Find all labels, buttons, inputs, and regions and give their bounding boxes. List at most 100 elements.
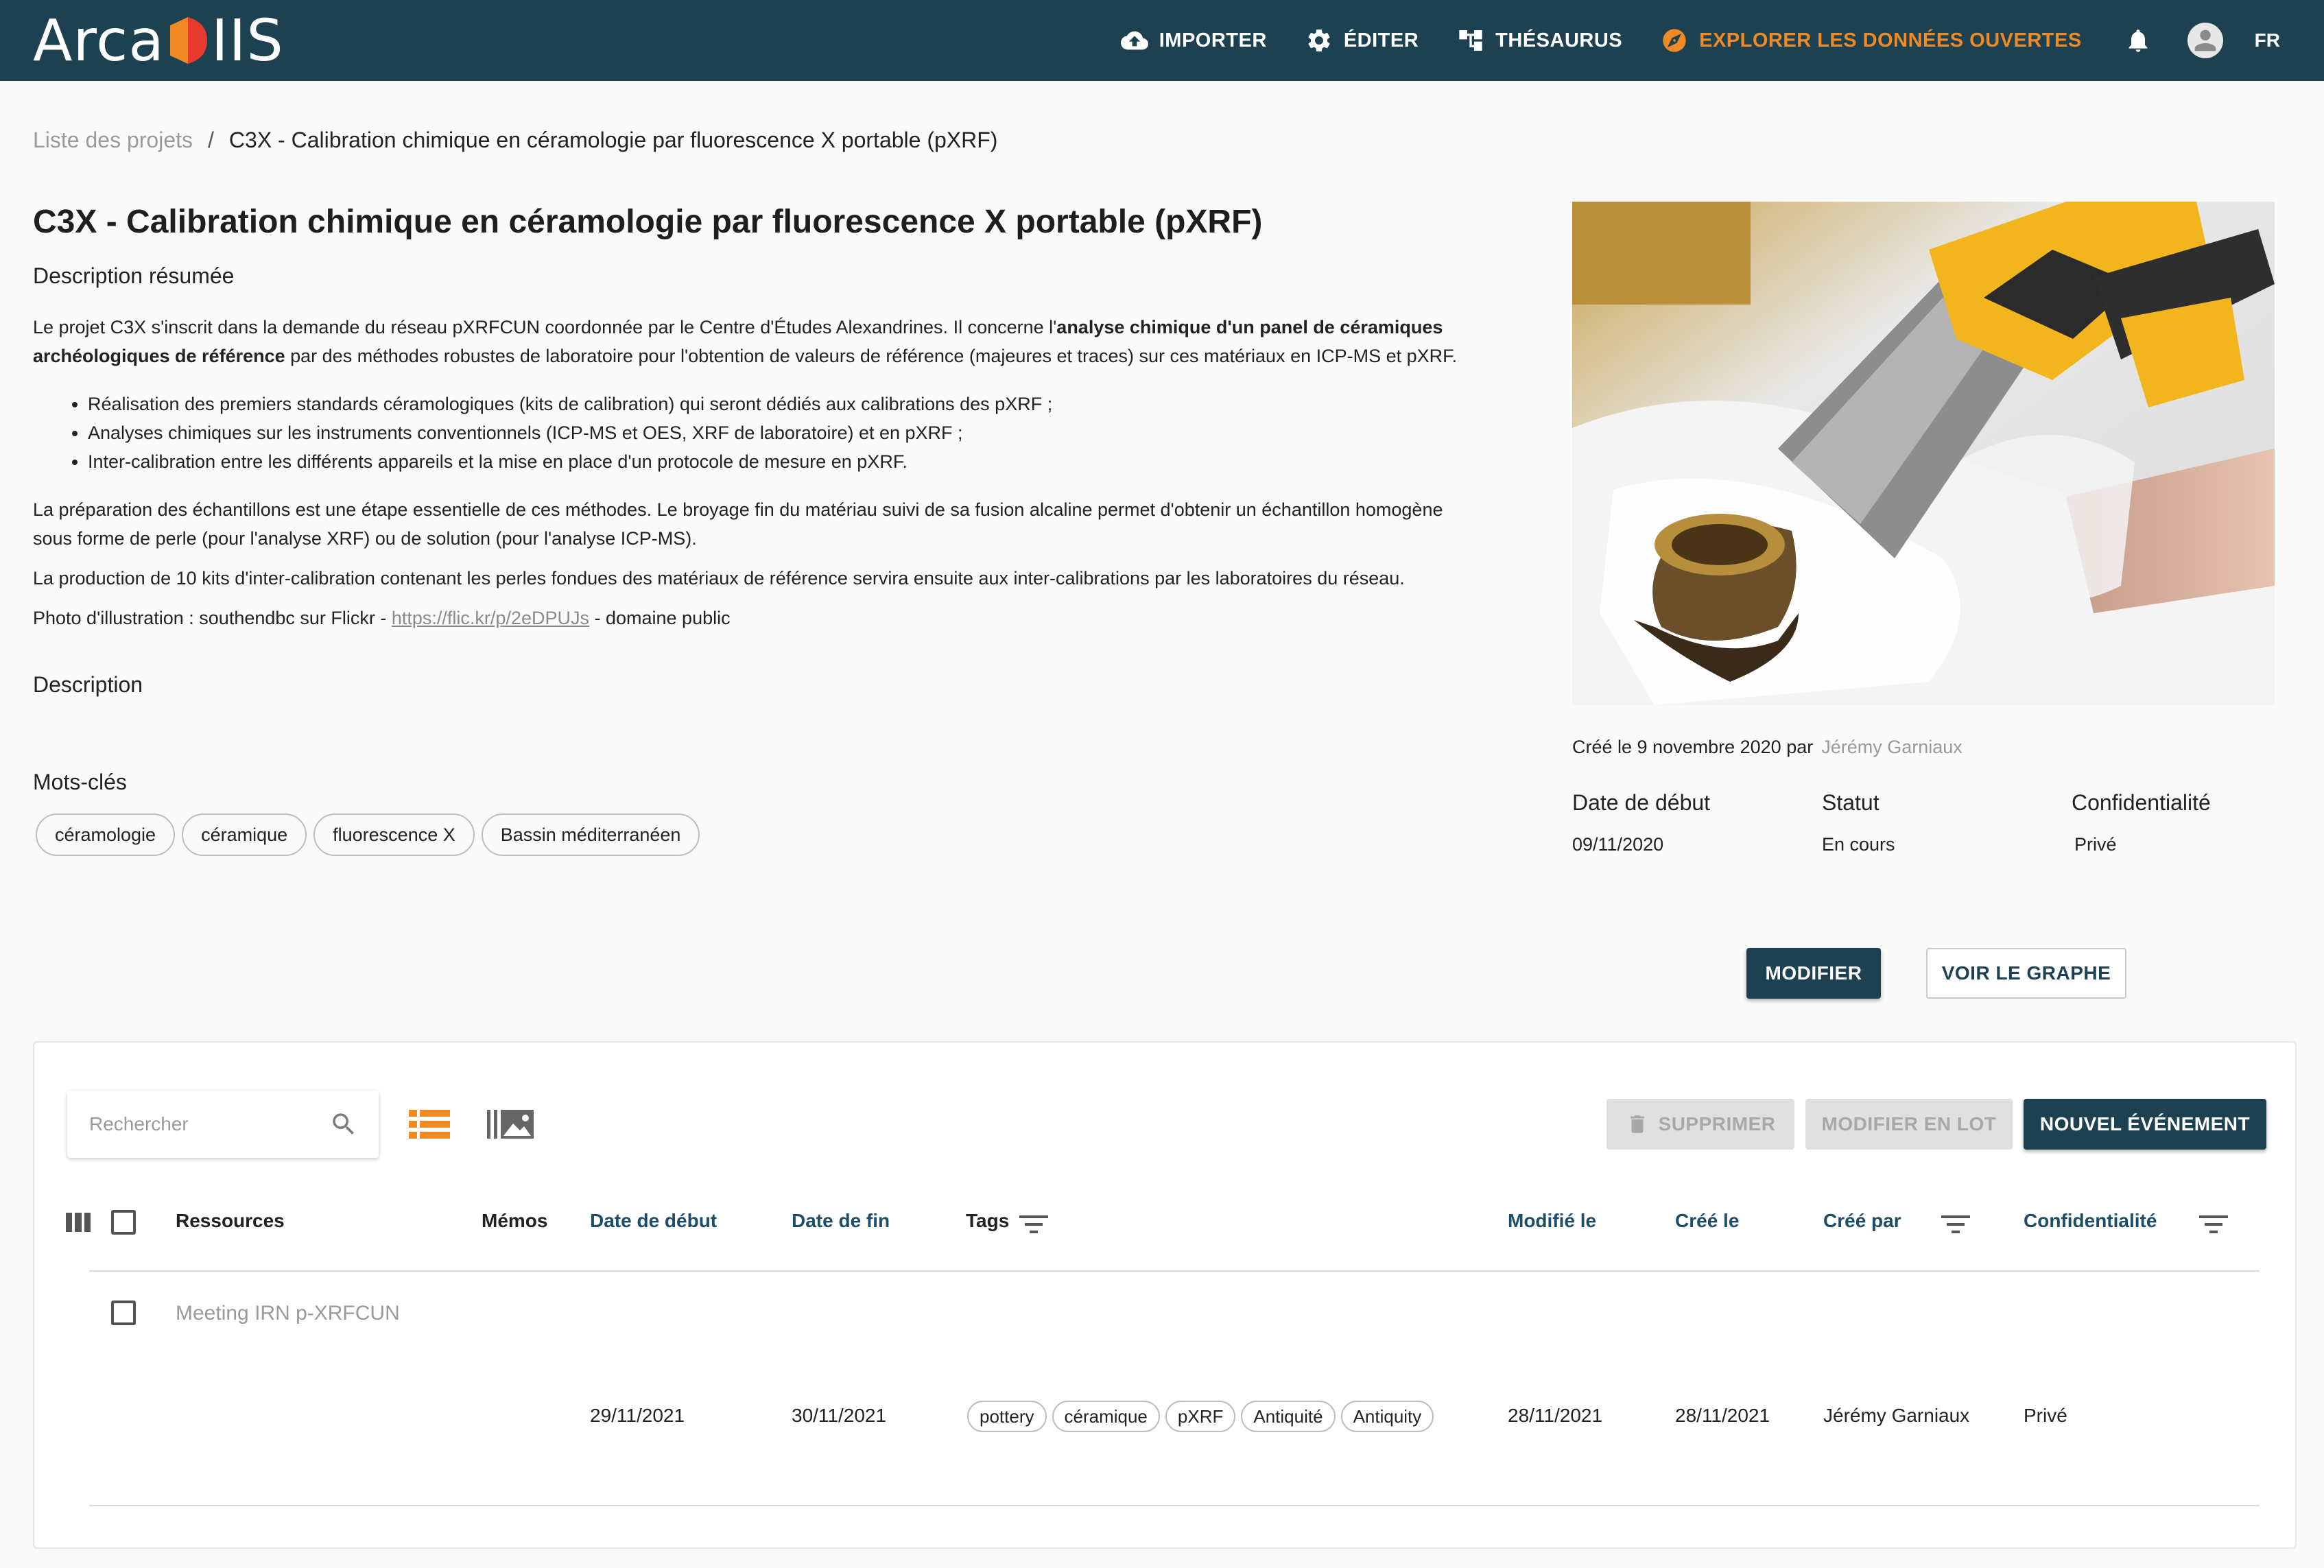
breadcrumb: Liste des projets / C3X - Calibration ch… — [33, 128, 997, 153]
project-illustration-photo — [1572, 202, 2275, 705]
keyword-chip[interactable]: fluorescence X — [313, 813, 475, 856]
meta-status-value: En cours — [1822, 834, 1895, 855]
delete-button-label: SUPPRIMER — [1658, 1113, 1776, 1135]
summary-paragraph-3: La production de 10 kits d'inter-calibra… — [33, 568, 1405, 589]
row-checkbox[interactable] — [111, 1300, 136, 1325]
confidentiality-filter-icon[interactable] — [2199, 1214, 2228, 1235]
trash-icon — [1630, 1115, 1644, 1133]
row-end-date: 30/11/2021 — [792, 1405, 887, 1426]
gear-icon — [1308, 29, 1330, 51]
summary-paragraph-1: Le projet C3X s'inscrit dans la demande … — [33, 313, 1535, 370]
row-created: 28/11/2021 — [1675, 1405, 1770, 1426]
row-title[interactable]: Meeting IRN p-XRFCUN — [176, 1302, 400, 1325]
column-header-modified[interactable]: Modifié le — [1508, 1210, 1596, 1232]
meta-start-date-value: 09/11/2020 — [1572, 834, 1664, 855]
list-view-icon[interactable] — [409, 1106, 450, 1143]
column-header-created[interactable]: Créé le — [1675, 1210, 1739, 1232]
select-all-checkbox[interactable] — [111, 1210, 136, 1235]
summary-heading: Description résumée — [33, 263, 235, 288]
keyword-chip[interactable]: Bassin méditerranéen — [481, 813, 700, 856]
modify-button[interactable]: MODIFIER — [1746, 948, 1881, 999]
row-divider — [89, 1505, 2260, 1506]
row-created-by: Jérémy Garniaux — [1823, 1405, 1970, 1426]
logo-text-left: Arca — [33, 7, 165, 74]
keywords-heading: Mots-clés — [33, 770, 127, 794]
paragraph-line: sous forme de perle (pour l'analyse XRF)… — [33, 528, 697, 549]
keywords-chip-list: céramologie céramique fluorescence X Bas… — [36, 813, 700, 856]
created-by-link[interactable]: Jérémy Garniaux — [1821, 737, 1963, 757]
nav-importer-label: IMPORTER — [1159, 29, 1267, 51]
breadcrumb-current: C3X - Calibration chimique en céramologi… — [228, 128, 998, 152]
meta-start-date-label: Date de début — [1572, 790, 1711, 815]
new-event-button[interactable]: NOUVEL ÉVÉNEMENT — [2024, 1099, 2266, 1150]
summary-text-2: par des méthodes robustes de laboratoire… — [285, 346, 1458, 366]
created-info: Créé le 9 novembre 2020 par Jérémy Garnia… — [1572, 737, 1963, 758]
summary-bullet-list: Réalisation des premiers standards céram… — [33, 390, 1535, 476]
column-header-end-date[interactable]: Date de fin — [792, 1210, 890, 1232]
summary-paragraph-2: La préparation des échantillons est une … — [33, 495, 1535, 553]
row-modified: 28/11/2021 — [1508, 1405, 1603, 1426]
view-graph-button[interactable]: VOIR LE GRAPHE — [1926, 948, 2126, 999]
row-confidentiality: Privé — [2024, 1405, 2067, 1426]
summary-bold-text-2: archéologiques de référence — [33, 346, 285, 366]
photo-credit-text-2: - domaine public — [589, 608, 731, 628]
meta-confidentiality-label: Confidentialité — [2072, 790, 2211, 815]
photo-credit: Photo d'illustration : southendbc sur Fl… — [33, 604, 1535, 632]
batch-edit-button[interactable]: MODIFIER EN LOT — [1805, 1099, 2013, 1150]
cloud-upload-icon — [1120, 31, 1148, 50]
description-heading: Description — [33, 672, 143, 697]
column-header-confidentiality[interactable]: Confidentialité — [2024, 1210, 2157, 1232]
nav-importer[interactable]: IMPORTER — [1120, 0, 1267, 81]
meta-status-label: Statut — [1822, 790, 1880, 815]
column-header-memos: Mémos — [482, 1210, 548, 1231]
list-item: Réalisation des premiers standards céram… — [88, 390, 1535, 418]
tag-chip[interactable]: Antiquité — [1241, 1401, 1336, 1432]
gallery-view-icon[interactable] — [487, 1106, 534, 1143]
page-title: C3X - Calibration chimique en céramologi… — [33, 204, 1263, 240]
header-divider — [89, 1270, 2260, 1272]
row-tags: pottery céramique pXRF Antiquité Antiqui… — [967, 1401, 1434, 1432]
resources-table-card: SUPPRIMER MODIFIER EN LOT NOUVEL ÉVÉNEME… — [33, 1041, 2297, 1549]
nav-editer-label: ÉDITER — [1343, 29, 1419, 51]
meta-confidentiality-value: Privé — [2074, 834, 2117, 855]
search-icon[interactable] — [329, 1110, 358, 1139]
keyword-chip[interactable]: céramologie — [36, 813, 176, 856]
tag-chip[interactable]: céramique — [1052, 1401, 1160, 1432]
nav-editer[interactable]: ÉDITER — [1305, 0, 1419, 81]
hierarchy-icon — [1459, 30, 1482, 51]
list-item: Inter-calibration entre les différents a… — [88, 447, 1535, 476]
created-by-filter-icon[interactable] — [1941, 1214, 1970, 1235]
list-item: Analyses chimiques sur les instruments c… — [88, 418, 1535, 447]
language-switcher[interactable]: FR — [2255, 29, 2280, 51]
tag-chip[interactable]: pXRF — [1165, 1401, 1236, 1432]
user-avatar-icon[interactable] — [2187, 23, 2223, 58]
column-header-start-date[interactable]: Date de début — [590, 1210, 717, 1232]
search-input[interactable] — [89, 1113, 309, 1135]
arcaniis-logo[interactable]: Arca IIS — [33, 7, 284, 74]
main-nav: IMPORTER ÉDITER THÉSAURUS EXPLORER LES D… — [1120, 0, 2324, 81]
tags-filter-icon[interactable] — [1019, 1214, 1048, 1235]
tag-chip[interactable]: Antiquity — [1340, 1401, 1434, 1432]
column-header-created-by[interactable]: Créé par — [1823, 1210, 1901, 1232]
tag-chip[interactable]: pottery — [967, 1401, 1047, 1432]
search-box[interactable] — [67, 1091, 379, 1158]
nav-open-data[interactable]: EXPLORER LES DONNÉES OUVERTES — [1661, 0, 2082, 81]
column-header-tags: Tags — [966, 1210, 1010, 1231]
breadcrumb-separator: / — [208, 128, 214, 152]
nav-thesaurus[interactable]: THÉSAURUS — [1457, 0, 1622, 81]
columns-icon[interactable] — [66, 1213, 91, 1232]
breadcrumb-projects-link[interactable]: Liste des projets — [33, 128, 193, 153]
top-app-bar: Arca IIS IMPORTER ÉDITER THÉSAURUS EXPLO… — [0, 0, 2324, 81]
nav-open-data-label: EXPLORER LES DONNÉES OUVERTES — [1699, 29, 2082, 51]
keyword-chip[interactable]: céramique — [182, 813, 307, 856]
delete-button[interactable]: SUPPRIMER — [1606, 1099, 1794, 1150]
paragraph-line: La préparation des échantillons est une … — [33, 499, 1443, 520]
column-header-resources[interactable]: Ressources — [176, 1210, 285, 1232]
compass-icon — [1663, 29, 1686, 52]
photo-credit-text: Photo d'illustration : southendbc sur Fl… — [33, 608, 392, 628]
notifications-bell-icon[interactable] — [2120, 23, 2156, 58]
flickr-link[interactable]: https://flic.kr/p/2eDPUJs — [392, 608, 589, 628]
nav-thesaurus-label: THÉSAURUS — [1495, 29, 1623, 51]
logo-mark-icon — [169, 17, 207, 64]
created-text: Créé le 9 novembre 2020 par — [1572, 737, 1814, 757]
